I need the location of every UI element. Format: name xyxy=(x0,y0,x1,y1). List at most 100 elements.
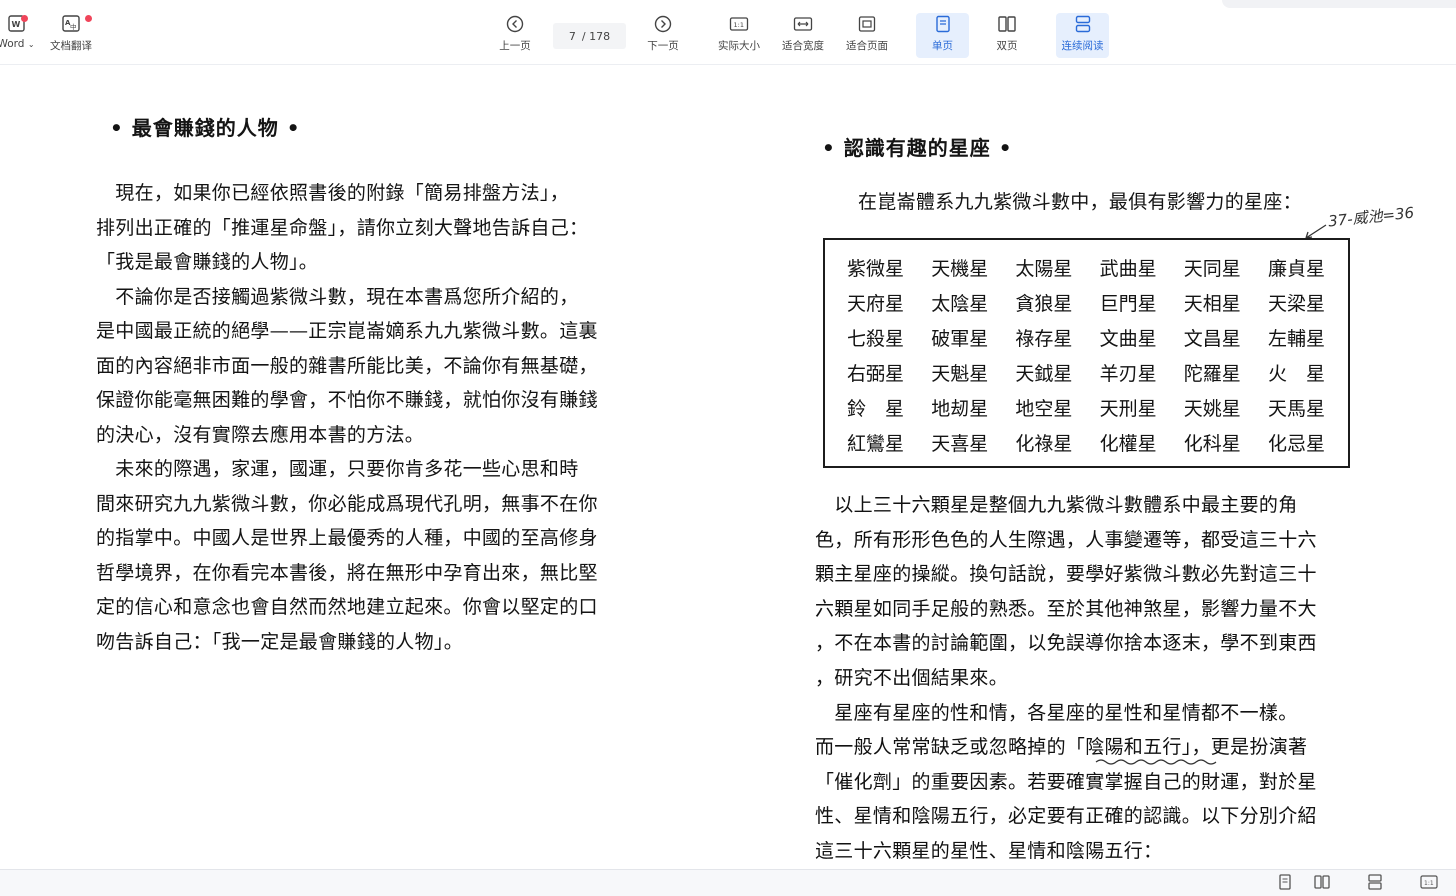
star-name-cell: 貪狼星 xyxy=(1015,293,1073,315)
right-page-line: ，研究不出個結果來。 xyxy=(815,667,1009,689)
star-name-cell: 化祿星 xyxy=(1015,433,1073,455)
continuous-reading-label: 连续阅读 xyxy=(1061,40,1104,52)
right-page-line: 「催化劑」的重要因素。若要確實掌握自己的財運，對於星 xyxy=(815,770,1317,793)
single-page-icon[interactable] xyxy=(1276,873,1294,891)
reader-toolbar: W Word ⌄ A 中 文档翻译 上一页 7 / 178 下一页 1:1 实际… xyxy=(0,0,1456,65)
star-name-cell: 天刑星 xyxy=(1099,398,1157,420)
left-page-line: 「我是最會賺錢的人物」。 xyxy=(96,251,319,273)
page-current[interactable]: 7 xyxy=(569,30,576,43)
left-page-line: 間來研究九九紫微斗數，你必能成爲現代孔明，無事不在你 xyxy=(96,492,598,515)
word-label: Word xyxy=(0,38,25,50)
star-name-cell: 天機星 xyxy=(931,258,989,280)
right-page-line: 六顆星如同手足般的熟悉。至於其他神煞星，影響力量不大 xyxy=(815,597,1317,620)
svg-text:1:1: 1:1 xyxy=(734,21,744,29)
translate-notification-dot xyxy=(85,15,92,22)
star-name-cell: 紫微星 xyxy=(847,258,905,280)
star-name-cell: 陀羅星 xyxy=(1183,363,1241,385)
star-name-cell: 化權星 xyxy=(1099,433,1157,455)
prev-page-button[interactable]: 上一页 xyxy=(492,13,538,59)
fit-page-icon xyxy=(856,13,878,35)
page-indicator[interactable]: 7 / 178 xyxy=(553,23,626,49)
svg-text:W: W xyxy=(12,20,21,29)
star-name-cell: 右弼星 xyxy=(847,363,905,385)
left-page-line: 的決心，沒有實際去應用本書的方法。 xyxy=(96,423,425,446)
double-page-label: 双页 xyxy=(996,40,1018,52)
next-page-label: 下一页 xyxy=(647,40,679,52)
left-page-line: 排列出正確的「推運星命盤」，請你立刻大聲地告訴自己： xyxy=(96,216,589,239)
bottom-status-bar: 1:1 xyxy=(0,869,1456,896)
left-page-line: 的指掌中。中國人是世界上最優秀的人種，中國的至高修身 xyxy=(96,527,598,549)
translate-icon: A 中 xyxy=(60,13,82,35)
left-page-line: 吻告訴自己：「我一定是最會賺錢的人物」。 xyxy=(96,630,464,653)
fit-width-label: 适合宽度 xyxy=(782,40,824,52)
chevron-down-icon: ⌄ xyxy=(27,40,35,49)
star-name-cell: 巨門星 xyxy=(1099,293,1157,315)
right-page-line: 以上三十六顆星是整個九九紫微斗數體系中最主要的角 xyxy=(815,494,1298,516)
double-page-button[interactable]: 双页 xyxy=(981,13,1033,59)
right-page-line: 而一般人常常缺乏或忽略掉的「陰陽和五行」，更是扮演著 xyxy=(815,736,1308,759)
single-page-label: 单页 xyxy=(932,40,953,52)
left-page-line: 面的內容絕非市面一般的雜書所能比美，不論你有無基礎， xyxy=(96,354,598,377)
star-name-cell: 祿存星 xyxy=(1015,328,1073,350)
star-name-cell: 天喜星 xyxy=(931,433,989,455)
star-name-cell: 左輔星 xyxy=(1268,328,1326,350)
page-total: / 178 xyxy=(581,29,611,43)
left-page-line: 不論你是否接觸過紫微斗數，現在本書爲您所介紹的， xyxy=(96,285,579,308)
star-name-cell: 化科星 xyxy=(1183,433,1241,455)
left-page-line: 定的信心和意念也會自然而然地建立起來。你會以堅定的口 xyxy=(96,596,598,618)
fit-width-icon xyxy=(792,13,814,35)
star-name-cell: 文曲星 xyxy=(1099,328,1157,350)
star-name-cell: 紅鸞星 xyxy=(847,433,905,455)
star-name-cell: 天梁星 xyxy=(1268,293,1326,315)
continuous-reading-icon[interactable] xyxy=(1366,873,1384,891)
svg-text:1:1: 1:1 xyxy=(1424,880,1434,887)
double-page-icon[interactable] xyxy=(1313,873,1331,891)
actual-size-icon: 1:1 xyxy=(728,13,750,35)
star-name-cell: 七殺星 xyxy=(847,328,905,350)
right-page-title: • 認識有趣的星座 • xyxy=(822,136,1013,160)
single-page-icon xyxy=(933,13,953,35)
actual-size-icon[interactable]: 1:1 xyxy=(1419,873,1439,891)
top-right-bar xyxy=(1222,0,1456,8)
actual-size-button[interactable]: 1:1 实际大小 xyxy=(713,13,765,59)
actual-size-label: 实际大小 xyxy=(718,40,760,52)
chevron-right-circle-icon xyxy=(653,13,673,35)
to-word-button[interactable]: W Word ⌄ xyxy=(0,13,40,59)
star-name-cell: 羊刃星 xyxy=(1099,363,1157,385)
star-name-cell: 天馬星 xyxy=(1268,398,1326,420)
continuous-reading-button[interactable]: 连续阅读 xyxy=(1056,13,1109,58)
star-name-cell: 武曲星 xyxy=(1099,258,1157,280)
star-name-cell: 天同星 xyxy=(1183,258,1241,280)
left-page-line: 現在，如果你已經依照書後的附錄「簡易排盤方法」， xyxy=(96,182,570,204)
star-name-cell: 天相星 xyxy=(1183,293,1241,315)
fit-width-button[interactable]: 适合宽度 xyxy=(777,13,829,59)
double-page-icon xyxy=(996,13,1018,35)
right-page-line: 這三十六顆星的星性、星情和陰陽五行： xyxy=(815,840,1163,862)
left-page-line: 哲學境界，在你看完本書後，將在無形中孕育出來，無比堅 xyxy=(96,561,598,584)
right-page-line: ，不在本書的討論範圍，以免誤導你捨本逐末，學不到東西 xyxy=(815,632,1317,655)
star-name-cell: 天府星 xyxy=(847,293,905,315)
right-page-line: 星座有星座的性和情，各星座的星性和星情都不一樣。 xyxy=(815,701,1298,724)
fit-page-button[interactable]: 适合页面 xyxy=(841,13,893,59)
svg-text:中: 中 xyxy=(70,22,77,31)
continuous-reading-icon xyxy=(1073,13,1093,35)
left-page-line: 未來的際遇，家運，國運，只要你肯多花一些心思和時 xyxy=(96,458,579,480)
single-page-button[interactable]: 单页 xyxy=(916,13,969,58)
chevron-left-circle-icon xyxy=(505,13,525,35)
left-page-line: 是中國最正統的絕學——正宗崑崙嫡系九九紫微斗數。這裏 xyxy=(96,320,598,342)
star-name-cell: 太陰星 xyxy=(931,293,989,315)
fit-page-label: 适合页面 xyxy=(846,40,888,52)
star-name-cell: 火 星 xyxy=(1268,363,1326,385)
star-name-cell: 地刼星 xyxy=(931,398,989,420)
word-notification-dot xyxy=(21,15,28,22)
left-page: • 最會賺錢的人物 • 現在，如果你已經依照書後的附錄「簡易排盤方法」， 排列出正… xyxy=(96,108,656,668)
translate-label: 文档翻译 xyxy=(50,40,92,52)
star-name-cell: 天魁星 xyxy=(931,363,989,385)
star-name-cell: 鈴 星 xyxy=(847,398,905,420)
star-name-cell: 天鉞星 xyxy=(1015,363,1073,385)
next-page-button[interactable]: 下一页 xyxy=(640,13,686,59)
star-name-cell: 破軍星 xyxy=(931,328,989,350)
left-page-line: 保證你能毫無困難的學會，不怕你不賺錢，就怕你沒有賺錢 xyxy=(96,389,598,411)
star-name-cell: 天姚星 xyxy=(1183,398,1241,420)
right-page-line: 色，所有形形色色的人生際遇，人事變遷等，都受這三十六 xyxy=(815,528,1317,551)
